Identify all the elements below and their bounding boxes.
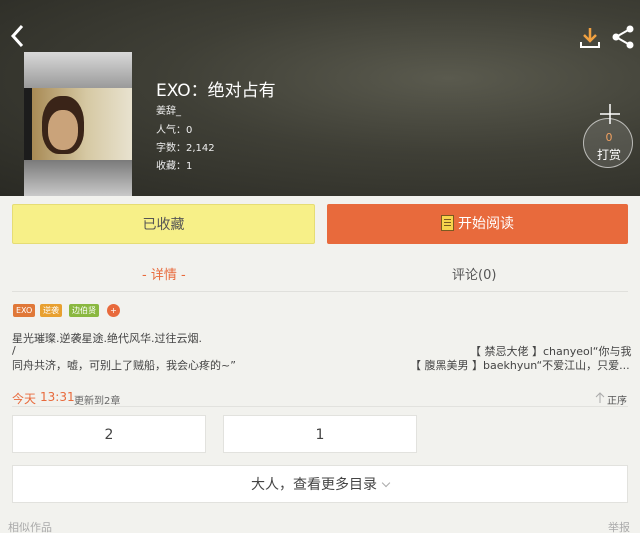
similar-works-label: 相似作品 <box>8 521 52 533</box>
book-title: EXO：绝对占有 <box>156 81 276 101</box>
synopsis-right-2: 【 腹黑美男 】baekhyun“不爱江山，只爱... <box>410 359 630 372</box>
tip-button[interactable]: 0 打赏 <box>583 118 633 168</box>
book-author[interactable]: 姜辞_ <box>156 102 181 117</box>
tip-count: 0 <box>605 131 613 144</box>
update-time: 13:31 <box>40 390 75 404</box>
sort-arrow-icon <box>595 392 605 403</box>
more-catalog-button[interactable]: 大人，查看更多目录 <box>12 465 628 503</box>
sort-order-toggle[interactable]: 正序 <box>607 392 627 407</box>
back-arrow-icon[interactable] <box>8 22 28 50</box>
chevron-down-icon <box>381 478 391 488</box>
favorited-button[interactable]: 已收藏 <box>12 204 315 244</box>
download-icon[interactable] <box>578 26 602 50</box>
divider <box>12 406 628 407</box>
report-link[interactable]: 举报 <box>608 519 630 533</box>
book-word-count: 字数：2,142 <box>156 143 215 154</box>
synopsis-line-3: 同舟共济，嘘，可别上了贼船，我会心疼的~” <box>12 359 236 372</box>
chapter-item[interactable]: 1 <box>223 415 417 453</box>
start-reading-button[interactable]: 开始阅读 <box>327 204 628 244</box>
add-tag-button[interactable]: + <box>107 304 120 317</box>
tip-label: 打赏 <box>596 148 621 162</box>
start-reading-label: 开始阅读 <box>458 216 514 232</box>
tag-baekhyun[interactable]: 边伯贤 <box>69 304 99 317</box>
book-popularity: 人气：0 <box>156 125 193 136</box>
tag-exo[interactable]: EXO <box>13 304 36 317</box>
synopsis-line-2: / <box>12 344 16 357</box>
book-icon <box>441 215 454 231</box>
detail-tabs: - 详情 - 评论(0) <box>12 254 628 292</box>
update-day: 今天 <box>12 392 37 406</box>
chapter-item[interactable]: 2 <box>12 415 206 453</box>
book-favorites: 收藏：1 <box>156 161 193 172</box>
tab-comments[interactable]: 评论(0) <box>452 264 496 283</box>
share-icon[interactable] <box>610 24 636 50</box>
tab-detail[interactable]: - 详情 - <box>142 264 186 283</box>
book-header: EXO：绝对占有 姜辞_ 人气：0 字数：2,142 收藏：1 0 打赏 <box>0 0 640 196</box>
more-catalog-label: 大人，查看更多目录 <box>251 477 377 493</box>
update-status: 更新到2章 <box>74 396 121 407</box>
synopsis-line-1: 星光璀璨.逆袭星途.绝代风华.过往云烟. <box>12 332 202 345</box>
book-cover[interactable] <box>24 52 132 196</box>
tag-counterattack[interactable]: 逆袭 <box>40 304 62 317</box>
